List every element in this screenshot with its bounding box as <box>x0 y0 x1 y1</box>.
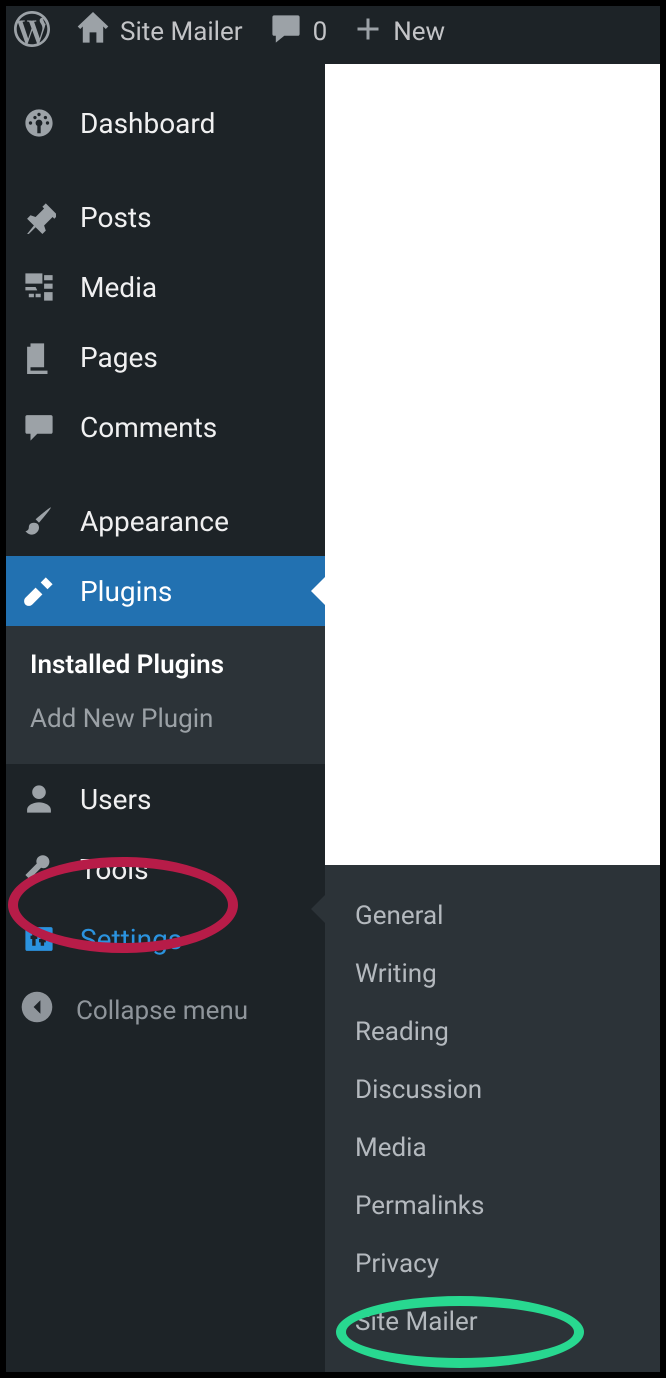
sidebar-item-plugins[interactable]: Plugins <box>0 556 325 626</box>
dashboard-icon <box>20 104 58 142</box>
sidebar-label: Plugins <box>80 575 172 608</box>
plugin-icon <box>20 572 58 610</box>
flyout-item-permalinks[interactable]: Permalinks <box>325 1177 661 1235</box>
flyout-item-privacy[interactable]: Privacy <box>325 1235 661 1293</box>
new-content-link[interactable]: New <box>353 14 445 51</box>
flyout-item-site-mailer[interactable]: Site Mailer <box>325 1293 661 1351</box>
media-icon <box>20 268 58 306</box>
sidebar-label: Comments <box>80 411 217 444</box>
admin-toolbar: Site Mailer 0 New <box>0 0 666 64</box>
sidebar-label: Settings <box>80 923 182 956</box>
sidebar-item-appearance[interactable]: Appearance <box>0 486 325 556</box>
site-name-label: Site Mailer <box>120 17 243 47</box>
wp-logo-link[interactable] <box>14 11 50 54</box>
flyout-item-writing[interactable]: Writing <box>325 945 661 1003</box>
comments-icon <box>20 408 58 446</box>
collapse-icon <box>20 990 54 1031</box>
brush-icon <box>20 502 58 540</box>
sidebar-item-comments[interactable]: Comments <box>0 392 325 462</box>
site-home-link[interactable]: Site Mailer <box>76 12 243 53</box>
pages-icon <box>20 338 58 376</box>
collapse-label: Collapse menu <box>76 996 248 1026</box>
comments-link[interactable]: 0 <box>269 12 328 53</box>
sidebar-label: Tools <box>80 853 149 886</box>
sidebar-item-users[interactable]: Users <box>0 764 325 834</box>
sidebar-label: Appearance <box>80 505 229 538</box>
sidebar-label: Users <box>80 783 151 816</box>
settings-flyout-submenu: General Writing Reading Discussion Media… <box>325 865 661 1373</box>
comment-icon <box>269 12 303 53</box>
submenu-installed-plugins[interactable]: Installed Plugins <box>0 638 325 692</box>
sidebar-item-posts[interactable]: Posts <box>0 182 325 252</box>
home-icon <box>76 12 110 53</box>
wordpress-icon <box>14 11 50 54</box>
plugins-submenu: Installed Plugins Add New Plugin <box>0 626 325 764</box>
comments-count: 0 <box>313 17 328 47</box>
sidebar-item-tools[interactable]: Tools <box>0 834 325 904</box>
sidebar-item-settings[interactable]: Settings <box>0 904 325 974</box>
sidebar-label: Posts <box>80 201 152 234</box>
user-icon <box>20 780 58 818</box>
flyout-item-reading[interactable]: Reading <box>325 1003 661 1061</box>
sidebar-item-pages[interactable]: Pages <box>0 322 325 392</box>
flyout-item-general[interactable]: General <box>325 887 661 945</box>
wrench-icon <box>20 850 58 888</box>
new-label: New <box>393 17 445 47</box>
sidebar-label: Media <box>80 271 157 304</box>
submenu-add-new-plugin[interactable]: Add New Plugin <box>0 692 325 746</box>
sidebar-item-dashboard[interactable]: Dashboard <box>0 88 325 158</box>
sidebar-label: Pages <box>80 341 158 374</box>
sidebar-label: Dashboard <box>80 107 215 140</box>
plus-icon <box>353 14 383 51</box>
sliders-icon <box>20 920 58 958</box>
collapse-menu-button[interactable]: Collapse menu <box>0 974 325 1047</box>
sidebar-item-media[interactable]: Media <box>0 252 325 322</box>
admin-sidebar: Dashboard Posts Media Pages Commen <box>0 64 325 1378</box>
flyout-item-media[interactable]: Media <box>325 1119 661 1177</box>
flyout-item-discussion[interactable]: Discussion <box>325 1061 661 1119</box>
pushpin-icon <box>20 198 58 236</box>
